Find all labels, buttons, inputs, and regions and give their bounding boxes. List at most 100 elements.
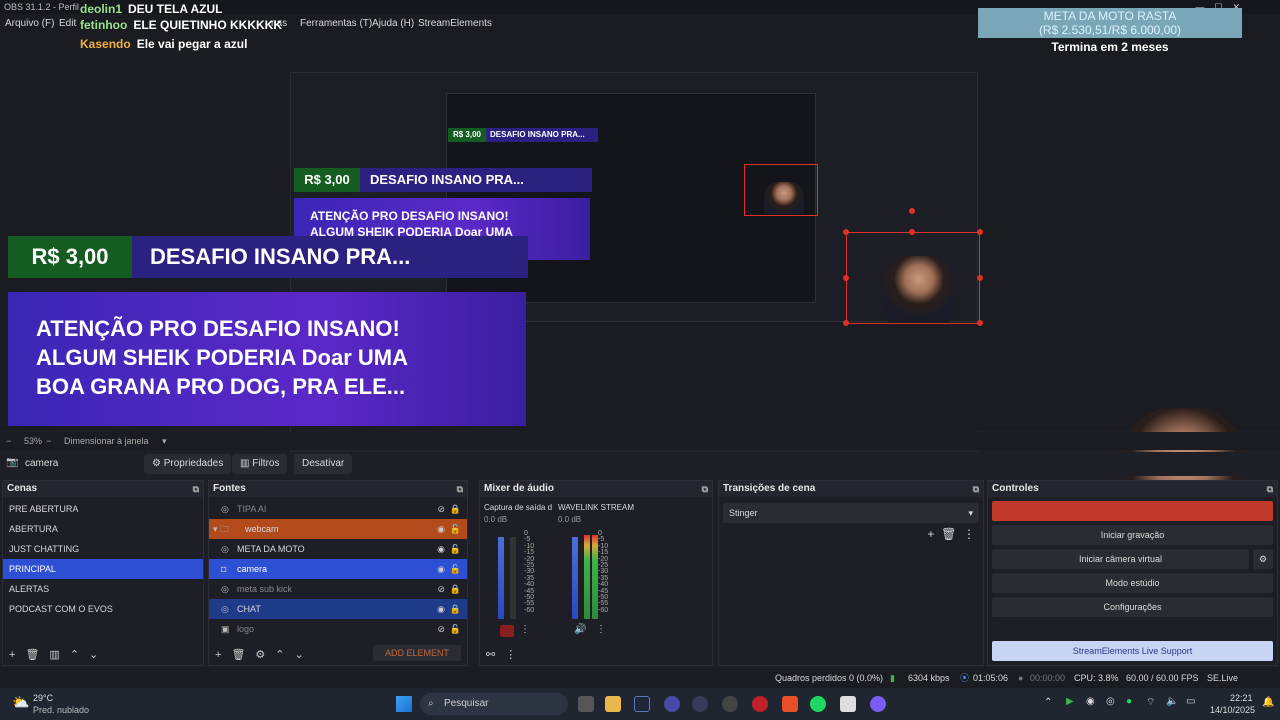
gear-icon[interactable]: ⚙ — [255, 649, 265, 661]
opera-icon[interactable] — [752, 696, 768, 712]
speaker-icon[interactable]: 🔊 — [574, 624, 586, 635]
menu-edit[interactable]: Edit — [59, 14, 76, 34]
gear-icon[interactable]: ⚙ — [1253, 549, 1273, 569]
resize-handle[interactable] — [977, 320, 983, 326]
source-item[interactable]: ◎ meta sub kick ⊘ 🔒 — [209, 579, 467, 599]
tray-app-icon[interactable]: ◎ — [1106, 696, 1115, 707]
properties-button[interactable]: ⚙ Propriedades — [144, 454, 232, 474]
windows-start-icon[interactable] — [396, 696, 412, 712]
start-recording-button[interactable]: Iniciar gravação — [992, 525, 1273, 545]
link-icon[interactable]: ⚯ — [486, 649, 495, 661]
undock-icon[interactable]: ⧉ — [973, 481, 979, 497]
scene-item[interactable]: PODCAST COM O EVOS — [3, 599, 203, 619]
tray-spotify-icon[interactable]: ● — [1126, 696, 1132, 707]
spotify-icon[interactable] — [810, 696, 826, 712]
rotation-handle[interactable] — [909, 208, 915, 214]
channel-menu-icon[interactable]: ⋮ — [520, 624, 530, 635]
brave-icon[interactable] — [782, 696, 798, 712]
selection-box[interactable] — [846, 232, 980, 324]
scale-mode[interactable]: Dimensionar à janela — [64, 432, 149, 450]
zoom-plus-icon[interactable]: − — [46, 432, 51, 450]
streamelements-support-button[interactable]: StreamElements Live Support — [992, 641, 1273, 661]
move-down-icon[interactable]: ⌄ — [295, 649, 304, 661]
scene-item[interactable]: ALERTAS — [3, 579, 203, 599]
menu-streamelements[interactable]: StreamElements — [418, 14, 492, 34]
resize-handle[interactable] — [977, 229, 983, 235]
lock-icon[interactable]: 🔒 — [450, 599, 461, 619]
obs-icon[interactable] — [722, 696, 738, 712]
battery-icon[interactable]: ▭ — [1186, 696, 1195, 707]
lock-icon[interactable]: 🔒 — [450, 579, 461, 599]
mixer-menu-icon[interactable]: ⋮ — [505, 649, 516, 661]
transition-menu-icon[interactable]: ⋮ — [963, 527, 975, 541]
menu-tools[interactable]: Ferramentas (T) — [300, 14, 372, 34]
notification-icon[interactable]: 🔔 — [1262, 697, 1274, 708]
undock-icon[interactable]: ⧉ — [457, 481, 463, 497]
eye-icon[interactable]: ◉ — [437, 519, 445, 539]
source-item-selected[interactable]: ◘ camera ◉ 🔓 — [209, 559, 467, 579]
studio-mode-button[interactable]: Modo estúdio — [992, 573, 1273, 593]
menu-help[interactable]: Ajuda (H) — [372, 14, 414, 34]
scene-item-active[interactable]: PRINCIPAL — [3, 559, 203, 579]
tray-chevron-icon[interactable]: ⌃ — [1044, 697, 1052, 708]
eye-icon[interactable]: ◉ — [437, 559, 445, 579]
source-item[interactable]: ◎ CHAT ◉ 🔒 — [209, 599, 467, 619]
move-up-icon[interactable]: ⌃ — [70, 649, 79, 661]
scene-item[interactable]: PRE ABERTURA — [3, 499, 203, 519]
source-group[interactable]: ▾ 🗀 webcam ◉ 🔓 — [209, 519, 467, 539]
mute-icon[interactable] — [500, 625, 514, 637]
task-view-icon[interactable] — [578, 696, 594, 712]
trash-icon[interactable]: 🗑 — [25, 649, 39, 661]
eye-icon[interactable]: ◉ — [437, 539, 445, 559]
deactivate-button[interactable]: Desativar — [294, 454, 353, 474]
filter-icon[interactable]: ▥ — [49, 649, 59, 661]
resize-handle[interactable] — [843, 275, 849, 281]
menu-file[interactable]: Arquivo (F) — [5, 14, 54, 34]
unlock-icon[interactable]: 🔓 — [450, 519, 461, 539]
steam-icon[interactable] — [634, 696, 650, 712]
filters-button[interactable]: ▥ Filtros — [232, 454, 288, 474]
trash-icon[interactable]: 🗑 — [231, 649, 245, 661]
resize-handle[interactable] — [843, 229, 849, 235]
tray-play-icon[interactable]: ▶ — [1066, 696, 1074, 707]
undock-icon[interactable]: ⧉ — [193, 481, 199, 497]
undock-icon[interactable]: ⧉ — [1267, 481, 1273, 497]
clock-date[interactable]: 14/10/2025 — [1210, 705, 1255, 715]
source-item[interactable]: ▣ logo ⊘ 🔓 — [209, 619, 467, 639]
add-icon[interactable]: + — [215, 649, 221, 661]
resize-handle[interactable] — [909, 229, 915, 235]
trash-icon[interactable]: 🗑 — [941, 527, 956, 541]
file-explorer-icon[interactable] — [605, 696, 621, 712]
clock-time[interactable]: 22:21 — [1230, 693, 1253, 703]
volume-slider[interactable] — [498, 537, 504, 619]
eye-hidden-icon[interactable]: ⊘ — [437, 619, 445, 639]
move-up-icon[interactable]: ⌃ — [275, 649, 284, 661]
volume-slider[interactable] — [572, 537, 578, 619]
channel-menu-icon[interactable]: ⋮ — [596, 624, 606, 635]
unlock-icon[interactable]: 🔓 — [450, 559, 461, 579]
add-element-button[interactable]: ADD ELEMENT — [372, 645, 461, 661]
start-virtual-camera-button[interactable]: Iniciar câmera virtual — [992, 549, 1249, 569]
chevron-down-icon[interactable]: ▾ — [162, 432, 167, 450]
app-icon[interactable] — [692, 696, 708, 712]
scene-item[interactable]: JUST CHATTING — [3, 539, 203, 559]
resize-handle[interactable] — [843, 320, 849, 326]
unlock-icon[interactable]: 🔓 — [450, 539, 461, 559]
volume-icon[interactable]: 🔈 — [1166, 696, 1178, 707]
source-item[interactable]: ◎ TIPA AI ⊘ 🔒 — [209, 499, 467, 519]
add-icon[interactable]: + — [927, 527, 934, 541]
start-streaming-button[interactable] — [992, 501, 1273, 521]
tray-app-icon[interactable]: ◉ — [1086, 696, 1095, 707]
zoom-minus-icon[interactable]: − — [6, 432, 11, 450]
resize-handle[interactable] — [977, 275, 983, 281]
discord-icon[interactable] — [870, 696, 886, 712]
transition-select[interactable]: Stinger ▾ — [723, 503, 979, 523]
document-icon[interactable] — [840, 696, 856, 712]
unlock-icon[interactable]: 🔓 — [450, 619, 461, 639]
scene-item[interactable]: ABERTURA — [3, 519, 203, 539]
settings-button[interactable]: Configurações — [992, 597, 1273, 617]
lock-icon[interactable]: 🔒 — [450, 499, 461, 519]
app-icon[interactable] — [664, 696, 680, 712]
eye-icon[interactable]: ◉ — [437, 599, 445, 619]
source-item[interactable]: ◎ META DA MOTO ◉ 🔓 — [209, 539, 467, 559]
